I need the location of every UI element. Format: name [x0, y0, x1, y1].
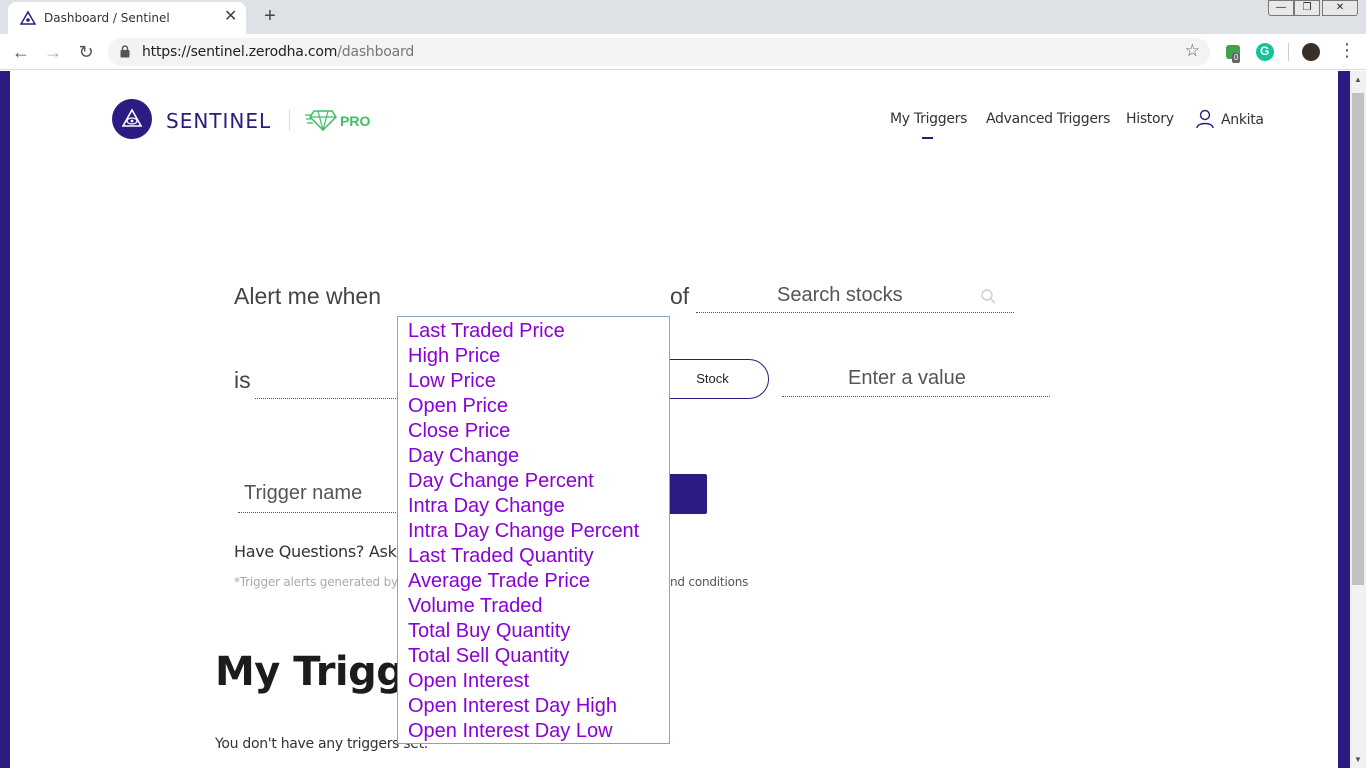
dropdown-option[interactable]: Open Price — [398, 394, 669, 419]
scroll-thumb[interactable] — [1352, 93, 1364, 585]
dropdown-option[interactable]: Open Interest Day Low — [398, 719, 669, 744]
new-tab-button[interactable]: + — [260, 4, 280, 28]
nav-my-triggers[interactable]: My Triggers — [890, 111, 967, 127]
dropdown-option[interactable]: Volume Traded — [398, 594, 669, 619]
nav-active-indicator — [922, 137, 933, 139]
pro-label[interactable]: PRO — [340, 113, 370, 129]
is-label: is — [234, 367, 251, 393]
operator-select[interactable] — [255, 398, 400, 399]
lock-icon — [120, 45, 130, 58]
scroll-up-icon[interactable]: ▲ — [1354, 75, 1362, 84]
sentinel-logo[interactable] — [112, 99, 152, 139]
search-stocks-input[interactable] — [696, 279, 1014, 313]
scroll-down-icon[interactable]: ▼ — [1354, 755, 1362, 764]
back-arrow-icon[interactable]: ← — [10, 41, 32, 63]
disclaimer-text: *Trigger alerts generated by — [234, 575, 398, 589]
extension-icon[interactable]: 0 — [1226, 45, 1241, 63]
dropdown-option[interactable]: Day Change — [398, 444, 669, 469]
dropdown-option[interactable]: Open Interest — [398, 669, 669, 694]
menu-kebab-icon[interactable]: ⋮ — [1338, 40, 1356, 60]
window-minimize-button[interactable]: — — [1268, 0, 1294, 16]
dropdown-option[interactable]: Day Change Percent — [398, 469, 669, 494]
pro-diamond-icon — [305, 110, 337, 131]
dropdown-option[interactable]: Last Traded Price — [398, 319, 669, 344]
sentinel-favicon-icon — [20, 11, 36, 25]
address-bar[interactable]: https://sentinel.zerodha.com/dashboard ☆ — [108, 38, 1210, 66]
dropdown-option[interactable]: Open Interest Day High — [398, 694, 669, 719]
browser-tab[interactable]: Dashboard / Sentinel ✕ — [8, 2, 246, 34]
left-accent-bar — [0, 71, 10, 768]
value-input[interactable] — [782, 361, 1050, 397]
toolbar-separator — [1288, 43, 1289, 61]
grammarly-icon[interactable]: G — [1256, 43, 1274, 61]
browser-tab-bar: Dashboard / Sentinel ✕ + — ❐ ✕ — [0, 0, 1366, 34]
tab-title: Dashboard / Sentinel — [44, 11, 170, 25]
brand-name[interactable]: SENTINEL — [166, 109, 271, 133]
tab-close-icon[interactable]: ✕ — [224, 7, 237, 27]
user-name[interactable]: Ankita — [1221, 112, 1264, 128]
dropdown-option[interactable]: Last Traded Quantity — [398, 544, 669, 569]
dropdown-option[interactable]: Average Trade Price — [398, 569, 669, 594]
extension-badge: 0 — [1232, 53, 1241, 63]
window-maximize-button[interactable]: ❐ — [1294, 0, 1320, 16]
url-text: https://sentinel.zerodha.com/dashboard — [142, 44, 415, 60]
dropdown-option[interactable]: Total Sell Quantity — [398, 644, 669, 669]
brand-divider — [289, 109, 290, 131]
star-icon[interactable]: ☆ — [1185, 41, 1200, 61]
terms-link[interactable]: nd conditions — [670, 575, 748, 589]
sentinel-logo-icon — [121, 108, 143, 127]
page-scrollbar[interactable]: ▲ ▼ — [1350, 71, 1366, 768]
nav-history[interactable]: History — [1126, 111, 1174, 127]
dropdown-option[interactable]: High Price — [398, 344, 669, 369]
trigger-name-input[interactable] — [238, 475, 398, 513]
dropdown-option[interactable]: Low Price — [398, 369, 669, 394]
dropdown-option[interactable]: Total Buy Quantity — [398, 619, 669, 644]
right-accent-bar — [1338, 71, 1350, 768]
browser-toolbar: ← → ↻ https://sentinel.zerodha.com/dashb… — [0, 34, 1366, 70]
reload-icon[interactable]: ↻ — [75, 41, 97, 63]
page-content: ▲ ▼ SENTINEL PRO My Triggers Advanced Tr… — [0, 71, 1366, 768]
nav-advanced-triggers[interactable]: Advanced Triggers — [986, 111, 1110, 127]
forward-arrow-icon[interactable]: → — [42, 41, 64, 63]
questions-link[interactable]: Have Questions? Ask H — [234, 542, 413, 561]
dropdown-option[interactable]: Intra Day Change Percent — [398, 519, 669, 544]
dropdown-option[interactable]: Intra Day Change — [398, 494, 669, 519]
empty-triggers-message: You don't have any triggers set. — [215, 736, 428, 752]
profile-avatar[interactable] — [1302, 43, 1320, 61]
user-icon[interactable] — [1196, 109, 1214, 129]
of-label: of — [670, 283, 690, 309]
dropdown-option[interactable]: Close Price — [398, 419, 669, 444]
window-close-button[interactable]: ✕ — [1322, 0, 1358, 16]
attribute-dropdown[interactable]: Last Traded Price High Price Low Price O… — [397, 316, 670, 744]
alert-prefix-label: Alert me when — [234, 283, 382, 309]
search-icon[interactable] — [980, 288, 996, 304]
